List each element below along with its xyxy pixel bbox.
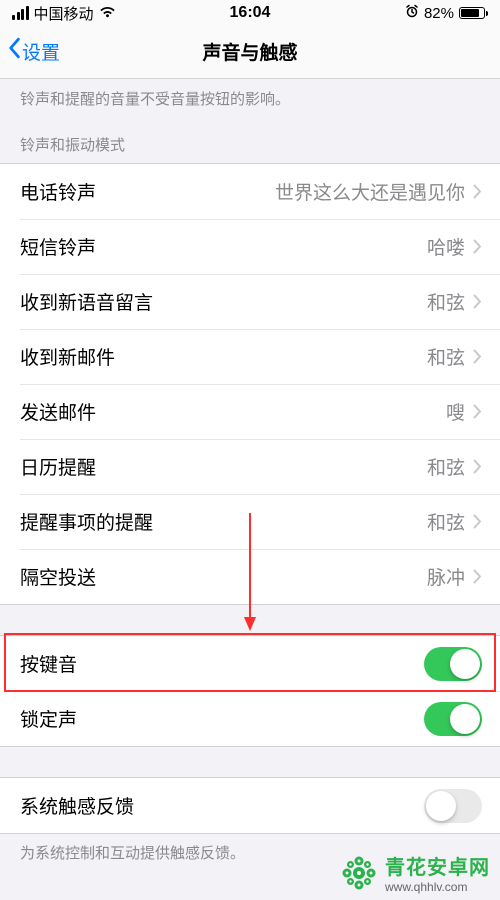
ringtone-cell-value: 和弦 bbox=[161, 508, 465, 535]
system-haptics-switch[interactable] bbox=[424, 789, 482, 823]
keyboard-clicks-switch[interactable] bbox=[424, 647, 482, 681]
chevron-right-icon bbox=[473, 349, 482, 364]
battery-percent: 82% bbox=[424, 5, 454, 22]
alarm-icon bbox=[405, 4, 419, 22]
back-button[interactable]: 设置 bbox=[6, 37, 60, 65]
chevron-right-icon bbox=[473, 569, 482, 584]
cell-keyboard-clicks[interactable]: 按键音 bbox=[0, 636, 500, 691]
carrier-label: 中国移动 bbox=[34, 3, 94, 24]
chevron-left-icon bbox=[6, 37, 22, 65]
ringtone-cell-value: 和弦 bbox=[104, 453, 465, 480]
keyboard-clicks-label: 按键音 bbox=[20, 650, 77, 677]
lock-sound-label: 锁定声 bbox=[20, 705, 77, 732]
volume-note: 铃声和提醒的音量不受音量按钮的影响。 bbox=[0, 79, 500, 112]
ringtone-cell-label: 收到新邮件 bbox=[20, 343, 115, 370]
status-bar: 中国移动 16:04 82% bbox=[0, 0, 500, 24]
ringtone-cell-value: 脉冲 bbox=[104, 563, 465, 590]
spacer bbox=[0, 747, 500, 777]
ringtone-cell[interactable]: 隔空投送脉冲 bbox=[0, 549, 500, 604]
ringtone-cell[interactable]: 发送邮件嗖 bbox=[0, 384, 500, 439]
ringtone-cell-value: 哈喽 bbox=[104, 233, 465, 260]
page-title: 声音与触感 bbox=[202, 38, 297, 65]
ringtone-cell-label: 发送邮件 bbox=[20, 398, 96, 425]
ringtone-cell-label: 隔空投送 bbox=[20, 563, 96, 590]
status-right: 82% bbox=[405, 4, 488, 22]
chevron-right-icon bbox=[473, 294, 482, 309]
cell-lock-sound[interactable]: 锁定声 bbox=[0, 691, 500, 746]
watermark-logo-icon bbox=[339, 853, 379, 893]
signal-icon bbox=[12, 6, 29, 20]
battery-icon bbox=[459, 7, 488, 19]
ringtone-cell[interactable]: 日历提醒和弦 bbox=[0, 439, 500, 494]
ringtone-cell[interactable]: 提醒事项的提醒和弦 bbox=[0, 494, 500, 549]
ringtone-cell-label: 日历提醒 bbox=[20, 453, 96, 480]
ringtone-cell-label: 提醒事项的提醒 bbox=[20, 508, 153, 535]
ringtone-cell-label: 电话铃声 bbox=[20, 178, 96, 205]
chevron-right-icon bbox=[473, 514, 482, 529]
watermark-url: www.qhhlv.com bbox=[385, 880, 490, 894]
ringtone-cell-value: 和弦 bbox=[123, 343, 465, 370]
ringtone-cell[interactable]: 收到新语音留言和弦 bbox=[0, 274, 500, 329]
ringtone-cell-label: 短信铃声 bbox=[20, 233, 96, 260]
watermark-name: 青花安卓网 bbox=[385, 851, 490, 880]
nav-bar: 设置 声音与触感 bbox=[0, 24, 500, 79]
status-left: 中国移动 bbox=[12, 3, 116, 24]
system-haptics-label: 系统触感反馈 bbox=[20, 792, 134, 819]
cell-system-haptics[interactable]: 系统触感反馈 bbox=[0, 778, 500, 833]
section-header-ringtones: 铃声和振动模式 bbox=[0, 112, 500, 163]
ringtone-cell-value: 和弦 bbox=[161, 288, 465, 315]
chevron-right-icon bbox=[473, 239, 482, 254]
chevron-right-icon bbox=[473, 404, 482, 419]
ringtone-cell[interactable]: 短信铃声哈喽 bbox=[0, 219, 500, 274]
wifi-icon bbox=[99, 5, 116, 22]
lock-sound-switch[interactable] bbox=[424, 702, 482, 736]
back-label: 设置 bbox=[22, 38, 60, 65]
haptics-group: 系统触感反馈 bbox=[0, 777, 500, 834]
watermark: 青花安卓网 www.qhhlv.com bbox=[339, 851, 490, 894]
ringtone-cell-label: 收到新语音留言 bbox=[20, 288, 153, 315]
chevron-right-icon bbox=[473, 184, 482, 199]
chevron-right-icon bbox=[473, 459, 482, 474]
toggle-group: 按键音 锁定声 bbox=[0, 635, 500, 747]
ringtone-cell-value: 嗖 bbox=[104, 398, 465, 425]
ringtone-group: 电话铃声世界这么大还是遇见你短信铃声哈喽收到新语音留言和弦收到新邮件和弦发送邮件… bbox=[0, 163, 500, 605]
ringtone-cell-value: 世界这么大还是遇见你 bbox=[104, 178, 465, 205]
ringtone-cell[interactable]: 电话铃声世界这么大还是遇见你 bbox=[0, 164, 500, 219]
ringtone-cell[interactable]: 收到新邮件和弦 bbox=[0, 329, 500, 384]
spacer bbox=[0, 605, 500, 635]
